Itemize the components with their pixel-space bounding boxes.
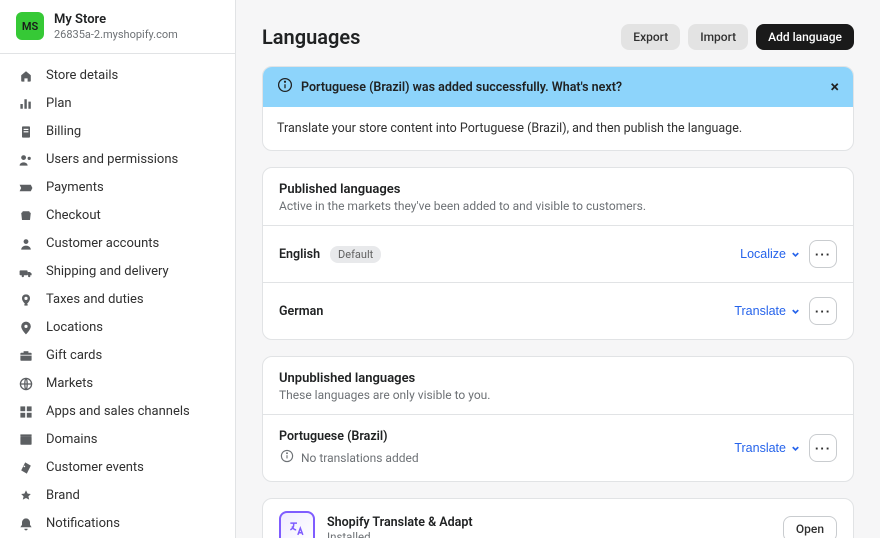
sidebar-item-customer-accounts[interactable]: Customer accounts [0,230,235,258]
more-actions-button[interactable]: ··· [809,434,837,462]
sidebar-item-store-details[interactable]: Store details [0,62,235,90]
sidebar-item-checkout[interactable]: Checkout [0,202,235,230]
banner-body: Translate your store content into Portug… [263,107,853,150]
sidebar-item-label: Checkout [46,208,101,223]
sidebar-item-payments[interactable]: Payments [0,174,235,202]
unpublished-title: Unpublished languages [279,371,837,386]
nav-icon [18,460,34,476]
translate-app-card: Shopify Translate & Adapt Installed Open [262,498,854,538]
main-content: Languages Export Import Add language Por… [236,0,880,538]
language-row: Portuguese (Brazil) No translations added… [263,414,853,481]
nav-icon [18,348,34,364]
sidebar-item-markets[interactable]: Markets [0,370,235,398]
sidebar-item-label: Domains [46,432,97,447]
sidebar-item-label: Shipping and delivery [46,264,169,279]
sidebar-item-label: Users and permissions [46,152,178,167]
nav-icon [18,292,34,308]
published-title: Published languages [279,182,837,197]
more-actions-button[interactable]: ··· [809,297,837,325]
language-name: Portuguese (Brazil) [279,429,388,444]
store-header[interactable]: MS My Store 26835a-2.myshopify.com [0,0,235,54]
sidebar-item-label: Brand [46,488,80,503]
translate-button[interactable]: Translate [734,304,801,318]
published-subtitle: Active in the markets they've been added… [279,199,837,213]
unpublished-languages-card: Unpublished languages These languages ar… [262,356,854,482]
page-title: Languages [262,25,360,49]
published-languages-card: Published languages Active in the market… [262,167,854,340]
unpublished-subtitle: These languages are only visible to you. [279,388,837,402]
sidebar-item-label: Locations [46,320,103,335]
banner-title: Portuguese (Brazil) was added successful… [301,80,622,95]
sidebar-item-label: Plan [46,96,72,111]
localize-button[interactable]: Localize [740,247,801,261]
store-name: My Store [54,12,178,28]
sidebar-item-label: Taxes and duties [46,292,144,307]
header-actions: Export Import Add language [621,24,854,50]
sidebar-item-notifications[interactable]: Notifications [0,510,235,538]
language-note: No translations added [301,451,419,465]
nav-icon [18,320,34,336]
sidebar-item-label: Payments [46,180,104,195]
sidebar-item-label: Apps and sales channels [46,404,190,419]
store-domain: 26835a-2.myshopify.com [54,28,178,41]
language-name: German [279,304,323,319]
info-icon [277,77,293,97]
export-button[interactable]: Export [621,24,680,50]
sidebar-item-domains[interactable]: Domains [0,426,235,454]
sidebar-item-gift-cards[interactable]: Gift cards [0,342,235,370]
nav-icon [18,432,34,448]
sidebar-item-users-and-permissions[interactable]: Users and permissions [0,146,235,174]
sidebar-item-brand[interactable]: Brand [0,482,235,510]
nav-icon [18,488,34,504]
nav-icon [18,264,34,280]
success-banner: Portuguese (Brazil) was added successful… [262,66,854,151]
more-actions-button[interactable]: ··· [809,240,837,268]
nav-icon [18,236,34,252]
default-badge: Default [330,246,381,263]
nav-icon [18,180,34,196]
sidebar-item-billing[interactable]: Billing [0,118,235,146]
open-app-button[interactable]: Open [783,516,837,538]
store-avatar: MS [16,12,44,40]
sidebar-item-label: Customer events [46,460,144,475]
sidebar-item-label: Billing [46,124,81,139]
settings-nav: Store details Plan Billing Users and permis… [0,54,235,538]
nav-icon [18,68,34,84]
nav-icon [18,96,34,112]
page-header: Languages Export Import Add language [262,24,854,50]
sidebar-item-customer-events[interactable]: Customer events [0,454,235,482]
import-button[interactable]: Import [688,24,748,50]
sidebar: MS My Store 26835a-2.myshopify.com Store… [0,0,236,538]
translate-button[interactable]: Translate [734,441,801,455]
sidebar-item-apps-and-sales-channels[interactable]: Apps and sales channels [0,398,235,426]
app-name: Shopify Translate & Adapt [327,515,473,530]
sidebar-item-shipping-and-delivery[interactable]: Shipping and delivery [0,258,235,286]
close-icon[interactable]: × [831,79,840,95]
nav-icon [18,516,34,532]
add-language-button[interactable]: Add language [756,24,854,50]
language-name: English [279,247,320,262]
nav-icon [18,208,34,224]
translate-app-icon [279,511,315,538]
sidebar-item-label: Markets [46,376,93,391]
sidebar-item-label: Notifications [46,516,120,531]
sidebar-item-plan[interactable]: Plan [0,90,235,118]
info-icon [279,448,295,467]
language-row: German Translate ··· [263,282,853,339]
sidebar-item-label: Gift cards [46,348,102,363]
app-status: Installed [327,530,473,538]
sidebar-item-locations[interactable]: Locations [0,314,235,342]
language-row: English Default Localize ··· [263,225,853,282]
nav-icon [18,404,34,420]
sidebar-item-label: Customer accounts [46,236,159,251]
sidebar-item-taxes-and-duties[interactable]: Taxes and duties [0,286,235,314]
nav-icon [18,124,34,140]
nav-icon [18,152,34,168]
sidebar-item-label: Store details [46,68,118,83]
nav-icon [18,376,34,392]
